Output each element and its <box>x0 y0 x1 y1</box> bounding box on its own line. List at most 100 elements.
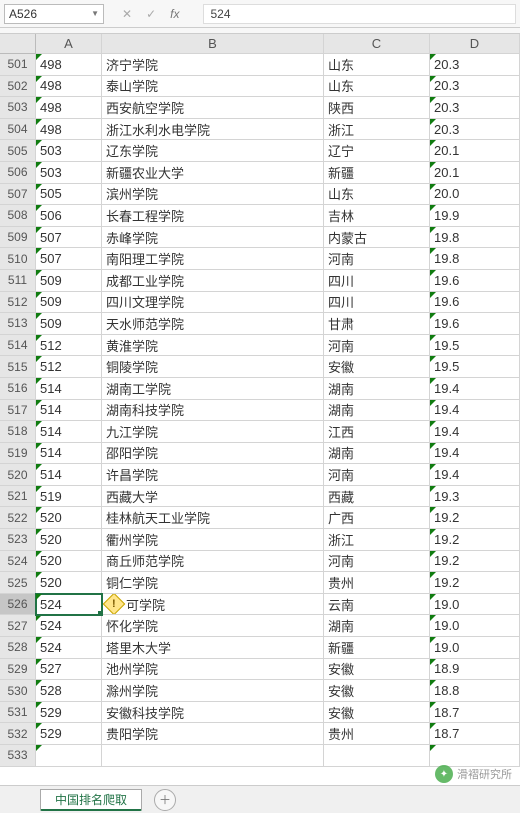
cell-D514[interactable]: 19.5 <box>430 335 520 357</box>
row-header-531[interactable]: 531 <box>0 702 36 724</box>
row-header-511[interactable]: 511 <box>0 270 36 292</box>
cell-B519[interactable]: 邵阳学院 <box>102 443 324 465</box>
cell-A526[interactable]: 524 <box>36 594 102 616</box>
cell-D527[interactable]: 19.0 <box>430 615 520 637</box>
name-box[interactable]: A526 ▼ <box>4 4 104 24</box>
cell-D509[interactable]: 19.8 <box>430 227 520 249</box>
cell-A504[interactable]: 498 <box>36 119 102 141</box>
cell-C514[interactable]: 河南 <box>324 335 430 357</box>
cell-B510[interactable]: 南阳理工学院 <box>102 248 324 270</box>
row-header-517[interactable]: 517 <box>0 400 36 422</box>
cell-A522[interactable]: 520 <box>36 507 102 529</box>
cell-A528[interactable]: 524 <box>36 637 102 659</box>
cell-B502[interactable]: 泰山学院 <box>102 76 324 98</box>
cell-D517[interactable]: 19.4 <box>430 400 520 422</box>
row-header-513[interactable]: 513 <box>0 313 36 335</box>
column-header-A[interactable]: A <box>36 34 102 54</box>
cell-A502[interactable]: 498 <box>36 76 102 98</box>
cell-D511[interactable]: 19.6 <box>430 270 520 292</box>
cell-D508[interactable]: 19.9 <box>430 205 520 227</box>
cell-C501[interactable]: 山东 <box>324 54 430 76</box>
cell-A517[interactable]: 514 <box>36 400 102 422</box>
row-header-515[interactable]: 515 <box>0 356 36 378</box>
row-header-523[interactable]: 523 <box>0 529 36 551</box>
cell-C508[interactable]: 吉林 <box>324 205 430 227</box>
cell-B526[interactable]: !可学院 <box>102 594 324 616</box>
cell-C522[interactable]: 广西 <box>324 507 430 529</box>
row-header-524[interactable]: 524 <box>0 551 36 573</box>
row-header-528[interactable]: 528 <box>0 637 36 659</box>
cell-A530[interactable]: 528 <box>36 680 102 702</box>
cell-A501[interactable]: 498 <box>36 54 102 76</box>
cancel-icon[interactable]: ✕ <box>122 7 132 21</box>
cell-B525[interactable]: 铜仁学院 <box>102 572 324 594</box>
row-header-510[interactable]: 510 <box>0 248 36 270</box>
cell-B527[interactable]: 怀化学院 <box>102 615 324 637</box>
cell-A524[interactable]: 520 <box>36 551 102 573</box>
row-header-518[interactable]: 518 <box>0 421 36 443</box>
cell-D533[interactable] <box>430 745 520 767</box>
cell-B506[interactable]: 新疆农业大学 <box>102 162 324 184</box>
cell-A529[interactable]: 527 <box>36 659 102 681</box>
cell-A515[interactable]: 512 <box>36 356 102 378</box>
cell-B531[interactable]: 安徽科技学院 <box>102 702 324 724</box>
cell-A533[interactable] <box>36 745 102 767</box>
row-header-530[interactable]: 530 <box>0 680 36 702</box>
cell-B509[interactable]: 赤峰学院 <box>102 227 324 249</box>
cell-C524[interactable]: 河南 <box>324 551 430 573</box>
row-header-526[interactable]: 526 <box>0 594 36 616</box>
add-sheet-button[interactable]: ＋ <box>154 789 176 811</box>
row-header-505[interactable]: 505 <box>0 140 36 162</box>
smart-tag-icon[interactable]: ! <box>103 594 126 616</box>
cell-A507[interactable]: 505 <box>36 184 102 206</box>
cell-B523[interactable]: 衢州学院 <box>102 529 324 551</box>
cell-D513[interactable]: 19.6 <box>430 313 520 335</box>
cell-D522[interactable]: 19.2 <box>430 507 520 529</box>
cell-A510[interactable]: 507 <box>36 248 102 270</box>
cell-B511[interactable]: 成都工业学院 <box>102 270 324 292</box>
cell-A521[interactable]: 519 <box>36 486 102 508</box>
cell-B516[interactable]: 湖南工学院 <box>102 378 324 400</box>
row-header-502[interactable]: 502 <box>0 76 36 98</box>
cell-B503[interactable]: 西安航空学院 <box>102 97 324 119</box>
cell-A512[interactable]: 509 <box>36 292 102 314</box>
cell-B508[interactable]: 长春工程学院 <box>102 205 324 227</box>
cell-A531[interactable]: 529 <box>36 702 102 724</box>
row-header-503[interactable]: 503 <box>0 97 36 119</box>
cell-B505[interactable]: 辽东学院 <box>102 140 324 162</box>
row-header-501[interactable]: 501 <box>0 54 36 76</box>
cell-A527[interactable]: 524 <box>36 615 102 637</box>
cell-B501[interactable]: 济宁学院 <box>102 54 324 76</box>
row-header-507[interactable]: 507 <box>0 184 36 206</box>
cell-B517[interactable]: 湖南科技学院 <box>102 400 324 422</box>
cell-B529[interactable]: 池州学院 <box>102 659 324 681</box>
cell-B521[interactable]: 西藏大学 <box>102 486 324 508</box>
cell-A506[interactable]: 503 <box>36 162 102 184</box>
cell-B507[interactable]: 滨州学院 <box>102 184 324 206</box>
cell-C505[interactable]: 辽宁 <box>324 140 430 162</box>
row-header-506[interactable]: 506 <box>0 162 36 184</box>
cell-D515[interactable]: 19.5 <box>430 356 520 378</box>
cell-D501[interactable]: 20.3 <box>430 54 520 76</box>
column-header-B[interactable]: B <box>102 34 324 54</box>
cell-A532[interactable]: 529 <box>36 723 102 745</box>
cell-D507[interactable]: 20.0 <box>430 184 520 206</box>
cell-B530[interactable]: 滁州学院 <box>102 680 324 702</box>
cell-D505[interactable]: 20.1 <box>430 140 520 162</box>
cell-C516[interactable]: 湖南 <box>324 378 430 400</box>
row-header-521[interactable]: 521 <box>0 486 36 508</box>
cell-D520[interactable]: 19.4 <box>430 464 520 486</box>
cell-C509[interactable]: 内蒙古 <box>324 227 430 249</box>
cell-B520[interactable]: 许昌学院 <box>102 464 324 486</box>
cell-D503[interactable]: 20.3 <box>430 97 520 119</box>
cell-A513[interactable]: 509 <box>36 313 102 335</box>
cell-C525[interactable]: 贵州 <box>324 572 430 594</box>
confirm-icon[interactable]: ✓ <box>146 7 156 21</box>
cell-A511[interactable]: 509 <box>36 270 102 292</box>
cell-D531[interactable]: 18.7 <box>430 702 520 724</box>
cell-D518[interactable]: 19.4 <box>430 421 520 443</box>
cell-C518[interactable]: 江西 <box>324 421 430 443</box>
row-header-520[interactable]: 520 <box>0 464 36 486</box>
cell-D528[interactable]: 19.0 <box>430 637 520 659</box>
cell-A505[interactable]: 503 <box>36 140 102 162</box>
